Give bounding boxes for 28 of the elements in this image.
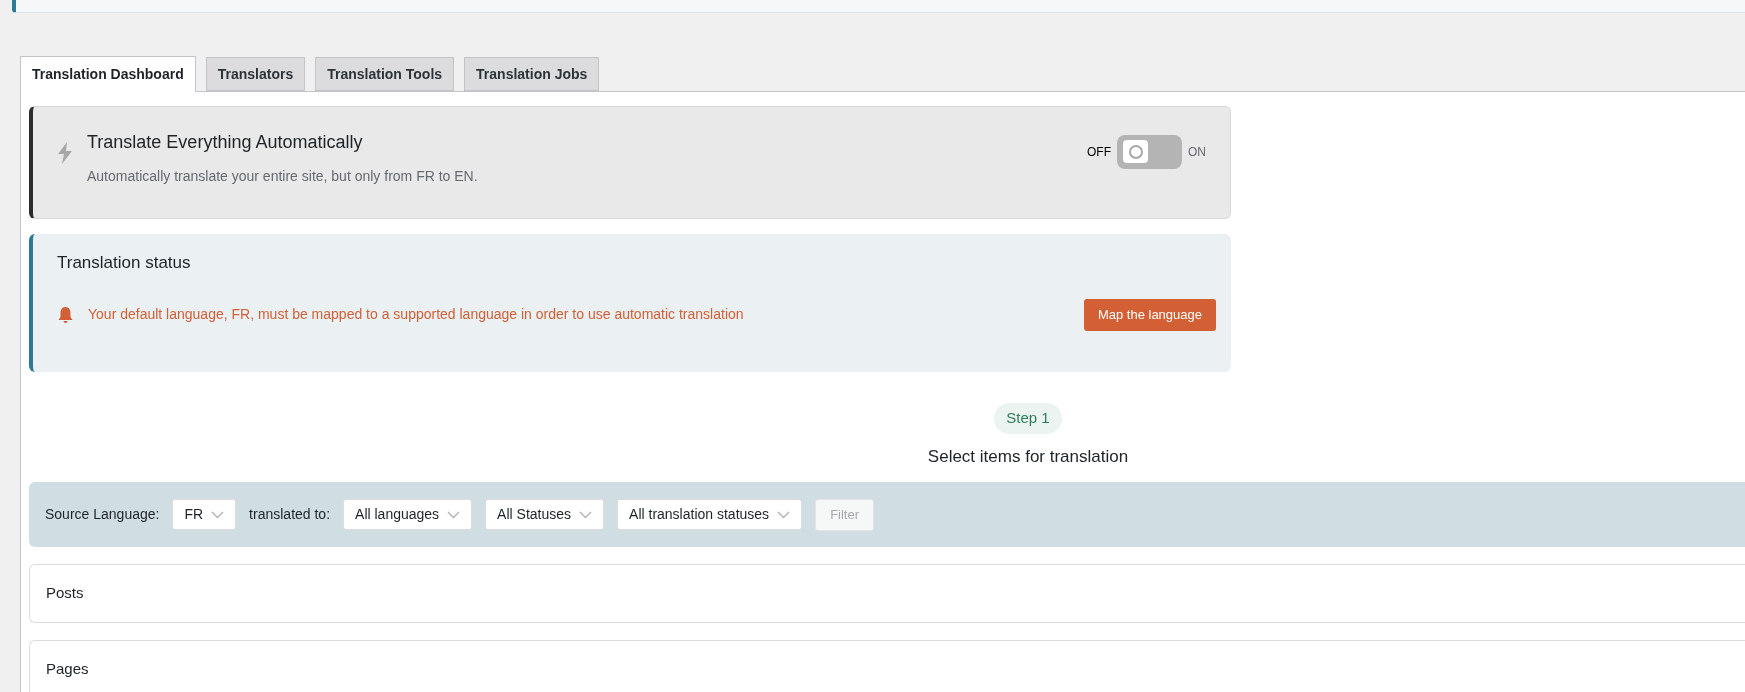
tab[interactable]: Translation Jobs [464,57,600,91]
chevron-down-icon [447,510,461,519]
warning-message: Your default language, FR, must be mapped to a supported language in order to use automatic translation [88,305,744,324]
section-panel[interactable]: Posts [29,564,1745,623]
step-title: Select items for translation [927,445,1129,468]
off-label: OFF [1087,143,1111,161]
filter-label: Source Language: [45,505,160,524]
tab[interactable]: Translators [205,57,306,91]
filter-label: translated to: [249,505,331,524]
chevron-down-icon [211,510,225,519]
bell-icon [57,305,74,324]
card-title: Translate Everything Automatically [87,130,364,154]
card-title: Translation status [57,252,192,274]
on-label: ON [1188,143,1206,161]
dropdown[interactable]: All Statuses [485,499,605,530]
lightning-bolt-icon [57,141,73,164]
chevron-down-icon [777,510,791,519]
step-badge: Step 1 [994,403,1062,434]
toggle-switch[interactable] [1117,134,1182,169]
tab[interactable]: Translation Dashboard [20,56,196,92]
map-language-button[interactable]: Map the language [1083,298,1216,331]
chevron-down-icon [579,510,593,519]
dropdown[interactable]: All languages [343,499,473,530]
card-description: Automatically translate your entire site, but only from FR to EN. [87,166,478,186]
section-panel[interactable]: Pages [29,640,1745,692]
dropdown[interactable]: All translation statuses [617,499,803,530]
dropdown[interactable]: FR [172,499,237,530]
tab[interactable]: Translation Tools [315,57,455,91]
